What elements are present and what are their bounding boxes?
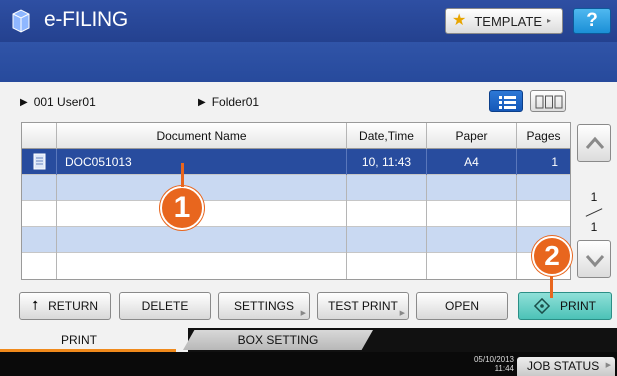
page-current: 1 bbox=[590, 190, 598, 204]
corner-arrow-icon: ▶ bbox=[300, 310, 306, 317]
empty-cell bbox=[22, 175, 57, 201]
thumbnail-view-button[interactable] bbox=[530, 90, 566, 112]
table-header: Document Name Date,Time Paper Pages bbox=[22, 123, 570, 149]
open-button[interactable]: OPEN bbox=[416, 292, 508, 320]
breadcrumb-box-label: 001 User01 bbox=[33, 95, 96, 109]
empty-cell bbox=[57, 227, 347, 253]
thumbnail-view-icon bbox=[535, 95, 563, 109]
empty-cell bbox=[427, 253, 517, 279]
empty-cell bbox=[57, 253, 347, 279]
return-button[interactable]: ⭡ RETURN bbox=[19, 292, 111, 320]
table-row-empty[interactable] bbox=[22, 175, 570, 201]
empty-cell bbox=[347, 175, 427, 201]
header-document-name[interactable]: Document Name bbox=[57, 123, 347, 149]
list-view-icon bbox=[499, 96, 516, 109]
empty-cell bbox=[347, 201, 427, 227]
job-status-label: JOB STATUS bbox=[527, 359, 600, 373]
chevron-down-icon bbox=[585, 255, 605, 268]
scroll-down-button[interactable] bbox=[577, 240, 611, 278]
empty-cell bbox=[57, 175, 347, 201]
status-time: 11:44 bbox=[494, 364, 514, 373]
header-paper[interactable]: Paper bbox=[427, 123, 517, 149]
corner-arrow-icon: ▸ bbox=[547, 16, 552, 25]
corner-arrow-icon: ▶ bbox=[399, 310, 405, 317]
status-date: 05/10/2013 bbox=[473, 355, 514, 364]
help-button[interactable]: ? bbox=[573, 8, 611, 34]
return-label: RETURN bbox=[48, 299, 99, 313]
empty-cell bbox=[427, 227, 517, 253]
scroll-up-button[interactable] bbox=[577, 124, 611, 162]
app-title: e-FILING bbox=[44, 8, 128, 31]
table-row-empty[interactable] bbox=[22, 253, 570, 279]
breadcrumb-folder-label: Folder01 bbox=[211, 95, 260, 109]
page-total: 1 bbox=[590, 220, 598, 234]
empty-cell bbox=[22, 253, 57, 279]
table-row[interactable]: DOC051013 10, 11:43 A4 1 bbox=[22, 149, 570, 175]
paper-cell: A4 bbox=[427, 149, 517, 175]
return-arrow-icon: ⭡ bbox=[31, 298, 39, 313]
date-time-display: 05/10/2013 11:44 bbox=[458, 355, 514, 373]
job-status-button[interactable]: JOB STATUS ▶ bbox=[517, 357, 615, 376]
start-diamond-icon bbox=[534, 298, 550, 314]
empty-cell bbox=[427, 201, 517, 227]
callout-step-2-pointer bbox=[550, 276, 553, 298]
tab-box-setting[interactable]: BOX SETTING bbox=[183, 330, 373, 350]
pages-cell: 1 bbox=[551, 155, 558, 169]
empty-cell bbox=[347, 253, 427, 279]
callout-step-1-pointer bbox=[181, 163, 184, 187]
chevron-up-icon bbox=[585, 136, 605, 149]
header-icon-column bbox=[22, 123, 57, 149]
test-print-label: TEST PRINT bbox=[328, 299, 398, 313]
print-button[interactable]: PRINT bbox=[518, 292, 612, 320]
delete-button[interactable]: DELETE bbox=[119, 292, 211, 320]
breadcrumb-box: ▶ 001 User01 bbox=[20, 95, 96, 109]
empty-cell bbox=[347, 227, 427, 253]
template-button[interactable]: ★ TEMPLATE ▸ bbox=[445, 8, 563, 34]
empty-cell bbox=[427, 175, 517, 201]
test-print-button[interactable]: TEST PRINT ▶ bbox=[317, 292, 409, 320]
settings-label: SETTINGS bbox=[233, 299, 294, 313]
empty-cell bbox=[22, 227, 57, 253]
empty-cell bbox=[22, 201, 57, 227]
header-date-time[interactable]: Date,Time bbox=[347, 123, 427, 149]
document-table: Document Name Date,Time Paper Pages DOC0… bbox=[21, 122, 571, 280]
corner-arrow-icon: ▶ bbox=[605, 362, 611, 369]
callout-step-1: 1 bbox=[160, 186, 204, 230]
efiling-screen: e-FILING ★ TEMPLATE ▸ ? ▶ 001 User01 ▶ F… bbox=[0, 0, 617, 376]
breadcrumb-folder: ▶ Folder01 bbox=[198, 95, 259, 109]
template-label: TEMPLATE bbox=[474, 13, 543, 29]
settings-button[interactable]: SETTINGS ▶ bbox=[218, 292, 310, 320]
play-triangle-icon: ▶ bbox=[198, 96, 206, 108]
star-icon: ★ bbox=[452, 12, 467, 29]
row-icon-cell bbox=[22, 149, 57, 175]
callout-step-2: 2 bbox=[532, 236, 572, 276]
table-row-empty[interactable] bbox=[22, 227, 570, 253]
title-bar: e-FILING ★ TEMPLATE ▸ ? bbox=[0, 0, 617, 42]
play-triangle-icon: ▶ bbox=[20, 96, 28, 108]
print-label: PRINT bbox=[560, 299, 596, 313]
document-name-cell: DOC051013 bbox=[57, 149, 347, 175]
page-separator bbox=[585, 208, 603, 217]
document-icon bbox=[33, 153, 46, 170]
list-view-button[interactable] bbox=[489, 90, 523, 112]
efiling-app-icon bbox=[12, 9, 30, 33]
date-time-cell: 10, 11:43 bbox=[347, 149, 427, 175]
message-bar bbox=[0, 42, 617, 82]
table-row-empty[interactable] bbox=[22, 201, 570, 227]
header-pages[interactable]: Pages bbox=[517, 123, 570, 149]
